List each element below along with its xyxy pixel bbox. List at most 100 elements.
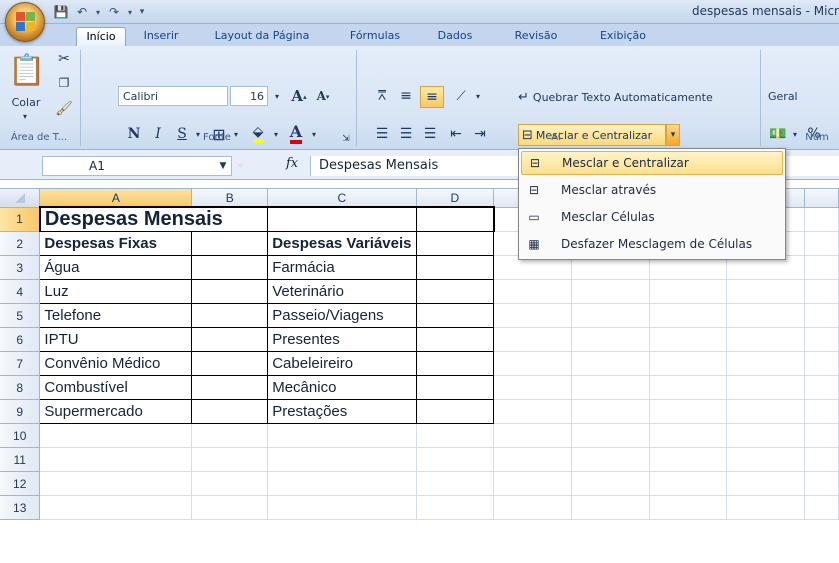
cell[interactable]: [804, 279, 839, 304]
cell[interactable]: [804, 399, 839, 424]
align-middle-icon[interactable]: ≡: [396, 86, 416, 106]
cell-a3[interactable]: Água: [39, 255, 193, 280]
cell[interactable]: [493, 471, 572, 496]
align-bottom-icon[interactable]: ≡: [420, 86, 444, 108]
cell[interactable]: [191, 447, 269, 472]
row-header[interactable]: 3: [0, 255, 41, 280]
shrink-font-button[interactable]: A ▾: [312, 86, 334, 106]
undo-dropdown-icon[interactable]: ▾: [94, 4, 102, 20]
cell[interactable]: [416, 495, 495, 520]
redo-dropdown-icon[interactable]: ▾: [126, 4, 134, 20]
cell[interactable]: [804, 231, 839, 256]
tab-inicio[interactable]: Início: [76, 27, 126, 46]
cell[interactable]: [493, 279, 572, 304]
cell[interactable]: [649, 471, 728, 496]
cell[interactable]: [493, 303, 572, 328]
cell[interactable]: [493, 327, 572, 352]
cell[interactable]: [39, 471, 193, 496]
cell-a8[interactable]: Combustível: [39, 375, 193, 400]
cell-d1[interactable]: [415, 206, 495, 232]
cell[interactable]: [571, 375, 650, 400]
cell-c6[interactable]: Presentes: [267, 327, 417, 352]
column-header-a[interactable]: A: [39, 189, 193, 208]
cell[interactable]: [804, 255, 839, 280]
cell-a6[interactable]: IPTU: [39, 327, 193, 352]
cell[interactable]: [571, 279, 650, 304]
cell[interactable]: [39, 423, 193, 448]
column-header-c[interactable]: C: [267, 189, 417, 208]
cell-c4[interactable]: Veterinário: [267, 279, 417, 304]
cell[interactable]: [649, 447, 728, 472]
cell[interactable]: [571, 327, 650, 352]
cell[interactable]: [649, 375, 728, 400]
cell[interactable]: [571, 447, 650, 472]
cell[interactable]: [493, 423, 572, 448]
cell[interactable]: [804, 447, 839, 472]
tab-layout-da-pagina[interactable]: Layout da Página: [196, 27, 328, 46]
tab-inserir[interactable]: Inserir: [130, 27, 192, 46]
cell[interactable]: [804, 327, 839, 352]
cell[interactable]: [267, 471, 417, 496]
font-size-dropdown-icon[interactable]: ▾: [270, 86, 284, 106]
save-icon[interactable]: 💾: [52, 4, 70, 20]
cell[interactable]: [804, 471, 839, 496]
cell[interactable]: [726, 303, 806, 328]
number-format-select[interactable]: Geral: [766, 86, 839, 106]
cell-a9[interactable]: Supermercado: [39, 399, 193, 424]
customize-qat-icon[interactable]: ▾: [137, 4, 147, 20]
row-header[interactable]: 9: [0, 399, 41, 424]
paste-button[interactable]: Colar: [4, 94, 48, 110]
cell[interactable]: [267, 495, 417, 520]
menu-item-merge-center[interactable]: ⊟ Mesclar e Centralizar: [521, 151, 783, 175]
cell-c7[interactable]: Cabeleireiro: [267, 351, 417, 376]
cell-a2[interactable]: Despesas Fixas: [39, 231, 193, 256]
cell[interactable]: [726, 423, 806, 448]
redo-icon[interactable]: ↷: [105, 4, 123, 20]
cell-d5[interactable]: [415, 303, 495, 328]
cell[interactable]: [649, 327, 728, 352]
cell[interactable]: [191, 495, 269, 520]
tab-revisao[interactable]: Revisão: [498, 27, 574, 46]
cell[interactable]: [726, 471, 806, 496]
cell[interactable]: [726, 351, 806, 376]
cell[interactable]: [493, 351, 572, 376]
column-header-b[interactable]: B: [191, 189, 269, 208]
cell[interactable]: [804, 495, 839, 520]
grow-font-button[interactable]: A ▴: [288, 86, 310, 106]
cell-d8[interactable]: [415, 375, 495, 400]
cell-d3[interactable]: [415, 255, 495, 280]
cell-b2[interactable]: [191, 231, 269, 256]
cell[interactable]: [267, 447, 417, 472]
font-size-select[interactable]: 16: [230, 86, 268, 106]
cell[interactable]: [571, 303, 650, 328]
wrap-text-button[interactable]: ↵ Quebrar Texto Automaticamente: [518, 86, 756, 108]
cell-c5[interactable]: Passeio/Viagens: [267, 303, 417, 328]
tab-formulas[interactable]: Fórmulas: [332, 27, 418, 46]
cut-icon[interactable]: ✂: [54, 50, 74, 68]
cell[interactable]: [804, 207, 839, 232]
cell-d7[interactable]: [415, 351, 495, 376]
paste-dropdown-icon[interactable]: ▾: [14, 110, 36, 122]
copy-icon[interactable]: ❐: [54, 74, 74, 92]
cell[interactable]: [726, 399, 806, 424]
cell[interactable]: [416, 471, 495, 496]
font-dialog-launcher-icon[interactable]: ⇲: [340, 132, 352, 146]
tab-dados[interactable]: Dados: [422, 27, 488, 46]
row-header[interactable]: 1: [0, 207, 41, 232]
row-header[interactable]: 4: [0, 279, 41, 304]
name-box[interactable]: A1: [42, 156, 232, 176]
cell[interactable]: [726, 279, 806, 304]
cell-b7[interactable]: [191, 351, 269, 376]
cell[interactable]: [804, 423, 839, 448]
row-header[interactable]: 6: [0, 327, 41, 352]
cell-b8[interactable]: [191, 375, 269, 400]
cell[interactable]: [649, 279, 728, 304]
row-header[interactable]: 12: [0, 471, 41, 496]
cell[interactable]: [39, 447, 193, 472]
cell[interactable]: [416, 423, 495, 448]
column-header[interactable]: [804, 189, 839, 208]
cell[interactable]: [649, 423, 728, 448]
cell-b5[interactable]: [191, 303, 269, 328]
cell[interactable]: [571, 399, 650, 424]
cell[interactable]: [804, 351, 839, 376]
